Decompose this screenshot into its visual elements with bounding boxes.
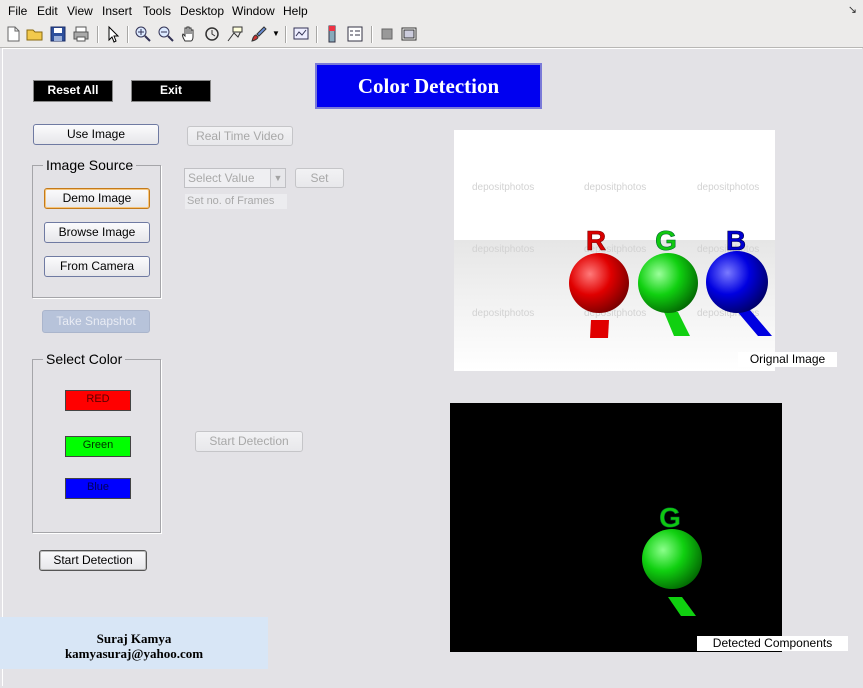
detected-letter-g: G xyxy=(659,502,681,533)
new-file-icon[interactable] xyxy=(4,25,22,43)
original-image: depositphotos depositphotos depositphoto… xyxy=(454,130,775,371)
letter-r: R xyxy=(586,225,606,256)
select-color-title: Select Color xyxy=(43,351,126,367)
dock-arrow-icon[interactable]: ↘ xyxy=(848,3,857,16)
set-frames-label: Set no. of Frames xyxy=(185,194,287,209)
frames-select-value: Select Value xyxy=(188,171,255,185)
red-ball xyxy=(569,253,629,313)
demo-image-button[interactable]: Demo Image xyxy=(44,188,150,209)
menu-bar: File Edit View Insert Tools Desktop Wind… xyxy=(0,0,863,23)
red-color-button[interactable]: RED xyxy=(65,390,131,411)
detected-components-caption: Detected Components xyxy=(697,636,848,651)
svg-text:depositphotos: depositphotos xyxy=(472,244,534,255)
green-ball xyxy=(638,253,698,313)
set-button[interactable]: Set xyxy=(295,168,344,188)
menu-file[interactable]: File xyxy=(8,4,27,18)
zoom-in-icon[interactable] xyxy=(134,25,152,43)
colorbar-icon[interactable] xyxy=(323,25,341,43)
open-folder-icon[interactable] xyxy=(26,25,44,43)
blue-color-button[interactable]: Blue xyxy=(65,478,131,499)
letter-g: G xyxy=(655,225,677,256)
print-icon[interactable] xyxy=(72,25,90,43)
svg-text:depositphotos: depositphotos xyxy=(472,182,534,193)
green-color-button[interactable]: Green xyxy=(65,436,131,457)
author-name: Suraj Kamya xyxy=(96,631,172,646)
detected-image: G xyxy=(450,403,782,652)
show-plot-tools-icon[interactable] xyxy=(400,25,418,43)
menu-window[interactable]: Window xyxy=(232,4,275,18)
figure-toolbar: ▼ xyxy=(0,22,863,48)
menu-desktop[interactable]: Desktop xyxy=(180,4,224,18)
browse-image-button[interactable]: Browse Image xyxy=(44,222,150,243)
svg-text:depositphotos: depositphotos xyxy=(697,182,759,193)
save-icon[interactable] xyxy=(49,25,67,43)
reset-all-button[interactable]: Reset All xyxy=(33,80,113,102)
image-source-title: Image Source xyxy=(43,157,137,173)
menu-view[interactable]: View xyxy=(67,4,93,18)
app-title: Color Detection xyxy=(315,63,542,109)
pointer-icon[interactable] xyxy=(104,25,122,43)
svg-text:depositphotos: depositphotos xyxy=(584,182,646,193)
menu-tools[interactable]: Tools xyxy=(143,4,171,18)
blue-ball xyxy=(706,251,768,313)
author-email: kamyasuraj@yahoo.com xyxy=(64,646,204,661)
chevron-down-icon[interactable]: ▼ xyxy=(270,169,285,187)
from-camera-button[interactable]: From Camera xyxy=(44,256,150,277)
real-time-video-button[interactable]: Real Time Video xyxy=(187,126,293,146)
zoom-out-icon[interactable] xyxy=(157,25,175,43)
exit-button[interactable]: Exit xyxy=(131,80,211,102)
svg-text:depositphotos: depositphotos xyxy=(472,308,534,319)
letter-b: B xyxy=(726,225,746,256)
original-image-caption: Orignal Image xyxy=(738,352,837,367)
link-plot-icon[interactable] xyxy=(292,25,310,43)
use-image-button[interactable]: Use Image xyxy=(33,124,159,145)
frames-select[interactable]: Select Value ▼ xyxy=(184,168,286,188)
brush-dropdown-icon[interactable]: ▼ xyxy=(272,29,280,38)
brush-icon[interactable] xyxy=(250,25,268,43)
start-detection-button[interactable]: Start Detection xyxy=(39,550,147,571)
menu-help[interactable]: Help xyxy=(283,4,308,18)
start-detection-video-button[interactable]: Start Detection xyxy=(195,431,303,452)
menu-insert[interactable]: Insert xyxy=(102,4,132,18)
hide-plot-tools-icon[interactable] xyxy=(378,25,396,43)
red-shadow xyxy=(590,320,609,338)
take-snapshot-button[interactable]: Take Snapshot xyxy=(42,310,150,333)
author-box: Suraj Kamya kamyasuraj@yahoo.com xyxy=(0,617,268,669)
pan-hand-icon[interactable] xyxy=(180,25,198,43)
rotate-3d-icon[interactable] xyxy=(203,25,221,43)
data-cursor-icon[interactable] xyxy=(226,25,244,43)
legend-icon[interactable] xyxy=(346,25,364,43)
menu-edit[interactable]: Edit xyxy=(37,4,58,18)
detected-green-ball xyxy=(642,529,702,589)
